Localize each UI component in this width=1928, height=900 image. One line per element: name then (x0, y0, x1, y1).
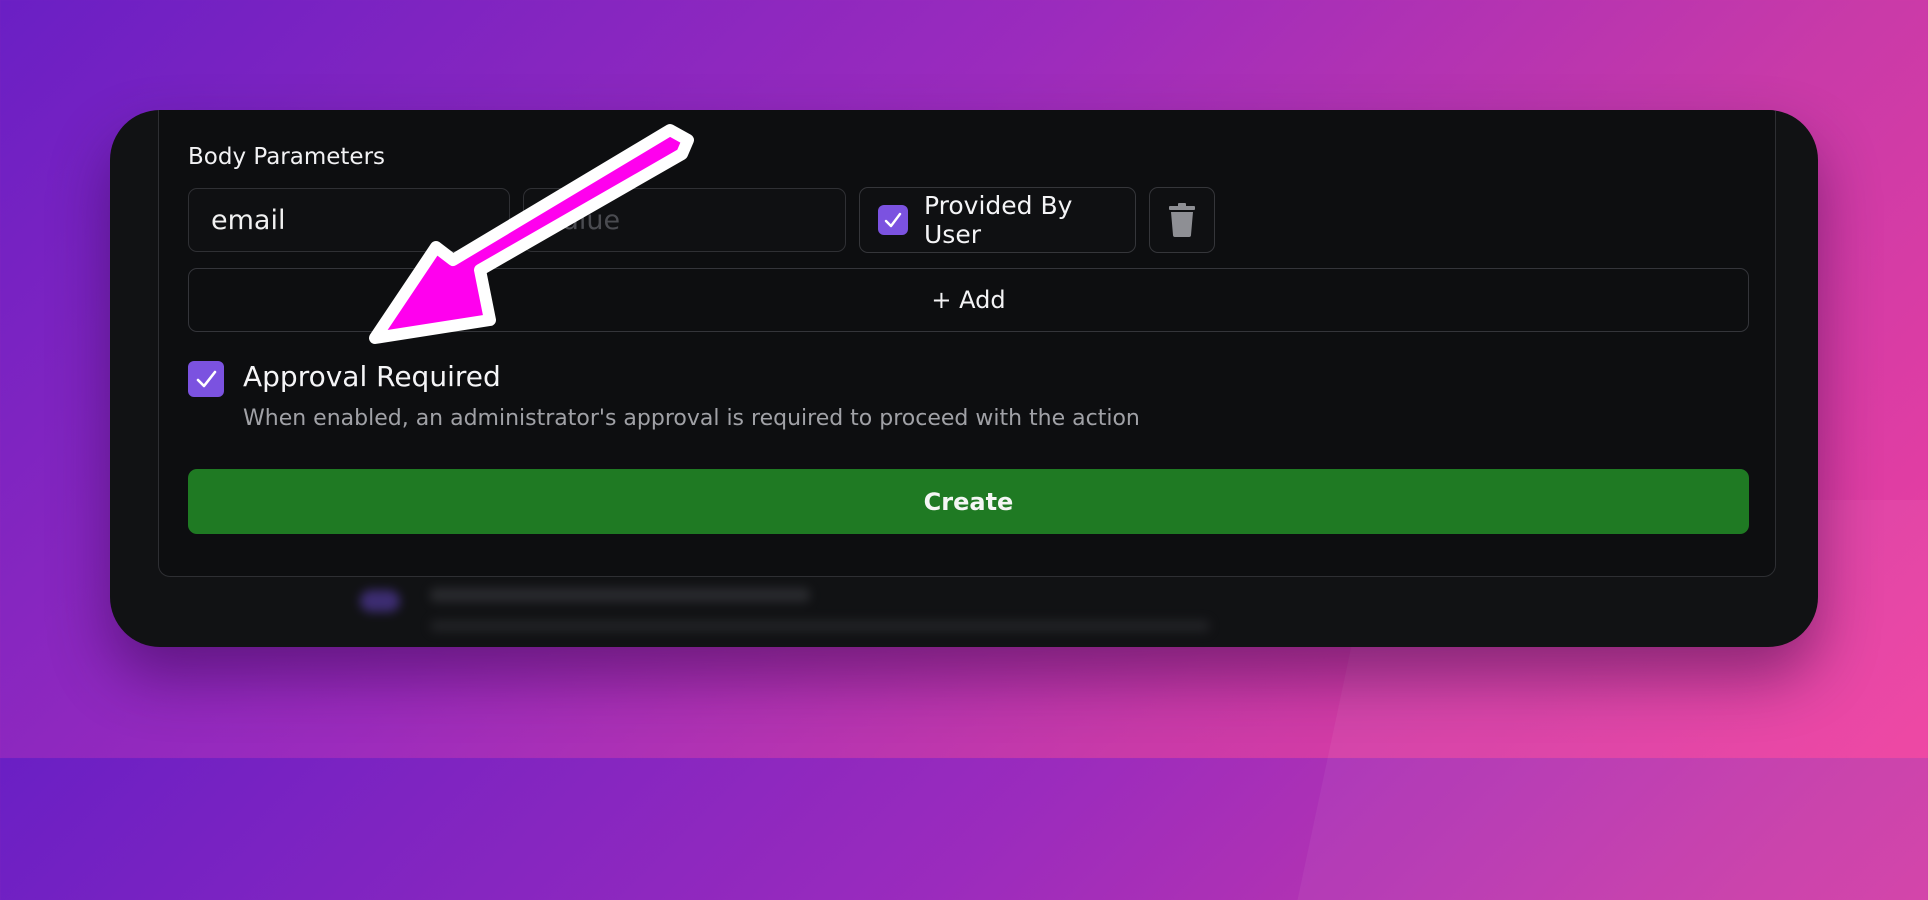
add-parameter-label: + Add (931, 286, 1006, 314)
app-window: Body Parameters email Value Provided By … (110, 110, 1818, 647)
provided-by-user-toggle[interactable]: Provided By User (859, 187, 1136, 253)
action-form-panel: Body Parameters email Value Provided By … (158, 110, 1776, 577)
check-icon (196, 370, 217, 388)
approval-required-checkbox[interactable] (188, 361, 224, 397)
provided-by-user-label: Provided By User (924, 191, 1073, 249)
approval-required-title: Approval Required (243, 360, 501, 393)
parameter-value-input[interactable]: Value (523, 188, 846, 252)
parameter-value-placeholder: Value (546, 204, 621, 236)
body-parameters-label: Body Parameters (188, 144, 386, 170)
parameter-name-input[interactable]: email (188, 188, 510, 252)
check-icon (884, 212, 902, 228)
delete-parameter-button[interactable] (1149, 187, 1215, 253)
create-button[interactable]: Create (188, 469, 1749, 534)
add-parameter-button[interactable]: + Add (188, 268, 1749, 332)
parameter-name-value: email (211, 204, 286, 236)
trash-icon (1169, 203, 1195, 237)
approval-required-description: When enabled, an administrator's approva… (243, 406, 1140, 431)
provided-by-user-checkbox[interactable] (878, 205, 908, 235)
